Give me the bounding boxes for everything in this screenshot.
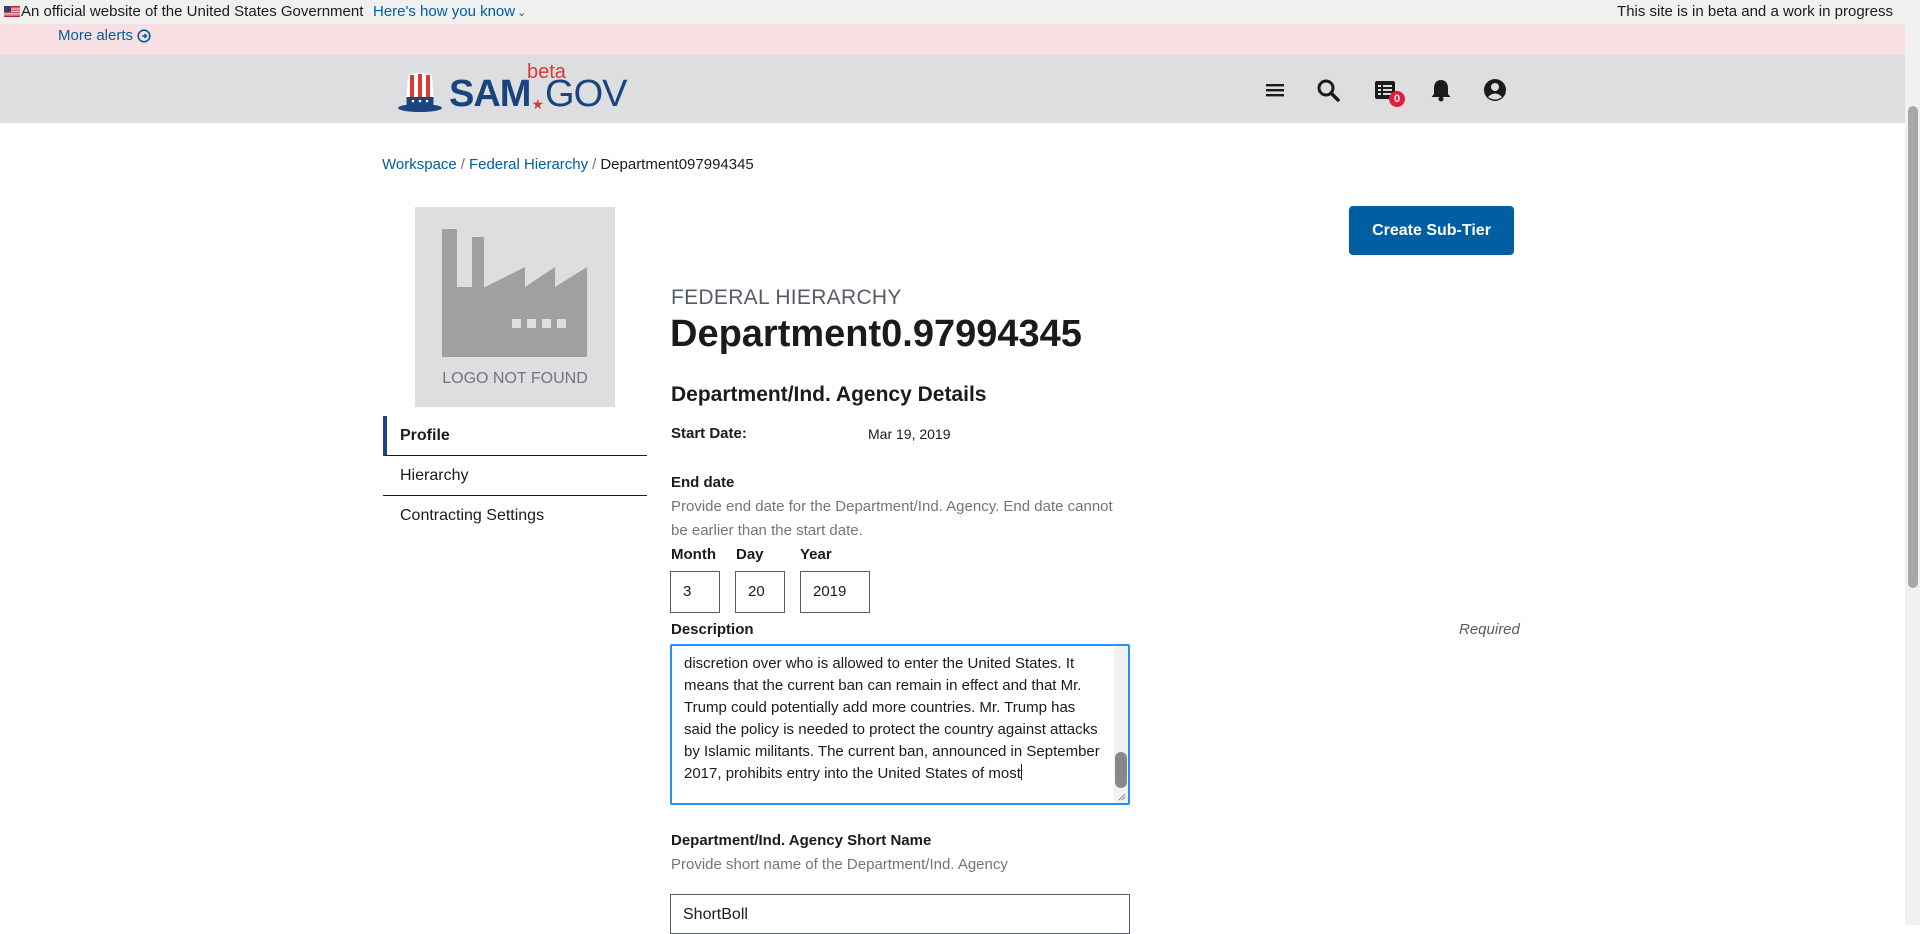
notifications-button[interactable]	[1428, 77, 1454, 103]
page-scrollbar-thumb[interactable]	[1908, 106, 1918, 588]
logo-star-icon: ★	[531, 96, 545, 112]
sidenav-item-contracting-settings[interactable]: Contracting Settings	[383, 496, 647, 536]
required-indicator: Required	[1459, 621, 1520, 638]
page-scrollbar[interactable]	[1905, 0, 1920, 925]
year-input[interactable]: 2019	[800, 571, 870, 613]
chevron-down-icon: ⌄	[517, 7, 527, 19]
breadcrumb: Workspace / Federal Hierarchy / Department09…	[382, 156, 754, 173]
sidenav-item-profile[interactable]: Profile	[383, 416, 647, 456]
short-name-input[interactable]: ShortBoll	[670, 894, 1130, 934]
day-label: Day	[736, 546, 764, 563]
month-label: Month	[671, 546, 716, 563]
sam-gov-logo[interactable]: SAM ★ GOV beta	[397, 61, 627, 115]
official-site-text: An official website of the United States…	[21, 3, 364, 20]
uncle-sam-hat-icon	[398, 73, 442, 112]
bell-icon	[1431, 80, 1451, 102]
more-alerts-link[interactable]: More alerts	[58, 27, 151, 44]
search-icon	[1317, 79, 1340, 102]
logo-beta-text: beta	[527, 61, 566, 83]
page-eyebrow: FEDERAL HIERARCHY	[671, 286, 902, 309]
site-header: SAM ★ GOV beta 0	[0, 55, 1905, 123]
arrow-circle-right-icon	[137, 28, 151, 43]
page-title: Department0.97994345	[670, 313, 1082, 355]
search-button[interactable]	[1315, 77, 1341, 103]
description-text: discretion over who is allowed to enter …	[684, 655, 1100, 782]
user-icon	[1484, 79, 1506, 101]
breadcrumb-separator: /	[460, 156, 465, 173]
text-cursor	[1020, 764, 1022, 780]
start-date-label: Start Date:	[671, 425, 747, 442]
description-label: Description	[671, 621, 754, 638]
short-name-label: Department/Ind. Agency Short Name	[671, 832, 932, 849]
breadcrumb-current: Department097994345	[600, 156, 754, 173]
notification-count-badge: 0	[1389, 91, 1405, 107]
breadcrumb-workspace-link[interactable]: Workspace	[382, 156, 457, 173]
factory-icon	[442, 229, 587, 357]
logo-not-found-text: LOGO NOT FOUND	[442, 370, 588, 387]
logo-sam-text: SAM	[449, 73, 531, 115]
section-heading: Department/Ind. Agency Details	[671, 383, 987, 406]
year-label: Year	[800, 546, 832, 563]
month-input[interactable]: 3	[670, 571, 720, 613]
us-flag-icon	[4, 6, 20, 17]
agency-logo-placeholder: LOGO NOT FOUND	[415, 207, 615, 407]
menu-button[interactable]	[1262, 77, 1288, 103]
day-input[interactable]: 20	[735, 571, 785, 613]
end-date-hint: Provide end date for the Department/Ind.…	[671, 498, 1113, 539]
resize-handle-icon[interactable]	[1116, 791, 1126, 801]
gov-banner: An official website of the United States…	[0, 0, 1905, 24]
short-name-hint: Provide short name of the Department/Ind…	[671, 856, 1008, 873]
messages-button[interactable]: 0	[1372, 77, 1405, 107]
breadcrumb-federal-hierarchy-link[interactable]: Federal Hierarchy	[469, 156, 588, 173]
sidenav-item-hierarchy[interactable]: Hierarchy	[383, 456, 647, 496]
beta-notice: This site is in beta and a work in progr…	[1617, 3, 1893, 20]
start-date-value: Mar 19, 2019	[868, 426, 951, 442]
create-sub-tier-button[interactable]: Create Sub-Tier	[1349, 206, 1514, 255]
end-date-label: End date	[671, 474, 735, 491]
textarea-scrollbar-thumb[interactable]	[1115, 752, 1127, 788]
side-navigation: Profile Hierarchy Contracting Settings	[383, 416, 647, 536]
user-account-button[interactable]	[1482, 77, 1508, 103]
menu-icon	[1266, 84, 1284, 97]
alert-bar: More alerts	[0, 24, 1905, 55]
breadcrumb-separator: /	[592, 156, 597, 173]
how-you-know-link[interactable]: Here's how you know ⌄	[373, 3, 526, 20]
description-textarea[interactable]: discretion over who is allowed to enter …	[670, 644, 1130, 805]
